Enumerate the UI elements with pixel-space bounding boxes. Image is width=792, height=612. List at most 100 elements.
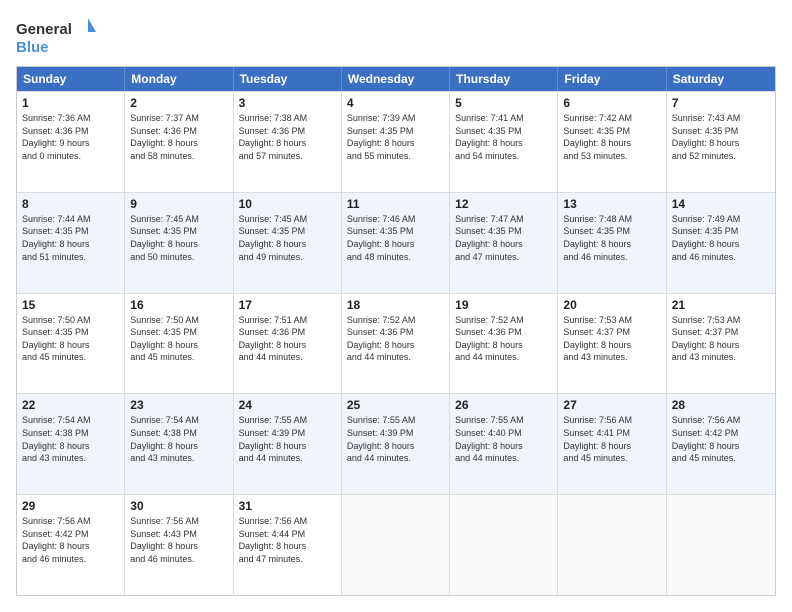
day-number: 5 — [455, 96, 552, 110]
day-number: 25 — [347, 398, 444, 412]
day-number: 17 — [239, 298, 336, 312]
empty-cell — [450, 495, 558, 595]
day-number: 29 — [22, 499, 119, 513]
day-number: 2 — [130, 96, 227, 110]
day-number: 10 — [239, 197, 336, 211]
calendar-cell: 4 Sunrise: 7:39 AMSunset: 4:35 PMDaylight… — [342, 92, 450, 192]
calendar-header-cell: Friday — [558, 67, 666, 91]
cell-text: Sunrise: 7:52 AMSunset: 4:36 PMDaylight:… — [347, 314, 444, 364]
calendar-row: 22 Sunrise: 7:54 AMSunset: 4:38 PMDayligh… — [17, 393, 775, 494]
calendar-body: 1 Sunrise: 7:36 AMSunset: 4:36 PMDaylight… — [17, 91, 775, 595]
cell-text: Sunrise: 7:48 AMSunset: 4:35 PMDaylight:… — [563, 213, 660, 263]
cell-text: Sunrise: 7:56 AMSunset: 4:42 PMDaylight:… — [22, 515, 119, 565]
calendar-cell: 14 Sunrise: 7:49 AMSunset: 4:35 PMDayligh… — [667, 193, 775, 293]
calendar-cell: 2Sunrise: 7:37 AMSunset: 4:36 PMDaylight… — [125, 92, 233, 192]
empty-cell — [342, 495, 450, 595]
calendar-cell: 26Sunrise: 7:55 AMSunset: 4:40 PMDayligh… — [450, 394, 558, 494]
calendar-cell: 3Sunrise: 7:38 AMSunset: 4:36 PMDaylight… — [234, 92, 342, 192]
cell-text: Sunrise: 7:47 AMSunset: 4:35 PMDaylight:… — [455, 213, 552, 263]
cell-text: Sunrise: 7:49 AMSunset: 4:35 PMDaylight:… — [672, 213, 770, 263]
calendar-header-cell: Tuesday — [234, 67, 342, 91]
calendar-row: 1 Sunrise: 7:36 AMSunset: 4:36 PMDaylight… — [17, 91, 775, 192]
cell-text: Sunrise: 7:39 AMSunset: 4:35 PMDaylight:… — [347, 112, 444, 162]
calendar-header-cell: Thursday — [450, 67, 558, 91]
cell-text: Sunrise: 7:50 AMSunset: 4:35 PMDaylight:… — [22, 314, 119, 364]
calendar-cell: 1 Sunrise: 7:36 AMSunset: 4:36 PMDaylight… — [17, 92, 125, 192]
day-number: 19 — [455, 298, 552, 312]
calendar-cell: 28Sunrise: 7:56 AMSunset: 4:42 PMDayligh… — [667, 394, 775, 494]
day-number: 30 — [130, 499, 227, 513]
day-number: 27 — [563, 398, 660, 412]
calendar-cell: 10 Sunrise: 7:45 AMSunset: 4:35 PMDayligh… — [234, 193, 342, 293]
calendar-cell: 9 Sunrise: 7:45 AMSunset: 4:35 PMDaylight… — [125, 193, 233, 293]
calendar-cell: 11Sunrise: 7:46 AMSunset: 4:35 PMDayligh… — [342, 193, 450, 293]
calendar-cell: 12 Sunrise: 7:47 AMSunset: 4:35 PMDayligh… — [450, 193, 558, 293]
header: General Blue — [16, 16, 776, 56]
day-number: 12 — [455, 197, 552, 211]
calendar-cell: 5 Sunrise: 7:41 AMSunset: 4:35 PMDaylight… — [450, 92, 558, 192]
day-number: 8 — [22, 197, 119, 211]
cell-text: Sunrise: 7:45 AMSunset: 4:35 PMDaylight:… — [130, 213, 227, 263]
calendar-cell: 18 Sunrise: 7:52 AMSunset: 4:36 PMDayligh… — [342, 294, 450, 394]
day-number: 20 — [563, 298, 660, 312]
cell-text: Sunrise: 7:56 AMSunset: 4:43 PMDaylight:… — [130, 515, 227, 565]
calendar-cell: 30 Sunrise: 7:56 AMSunset: 4:43 PMDayligh… — [125, 495, 233, 595]
day-number: 9 — [130, 197, 227, 211]
calendar-cell: 21Sunrise: 7:53 AMSunset: 4:37 PMDayligh… — [667, 294, 775, 394]
cell-text: Sunrise: 7:42 AMSunset: 4:35 PMDaylight:… — [563, 112, 660, 162]
cell-text: Sunrise: 7:53 AMSunset: 4:37 PMDaylight:… — [563, 314, 660, 364]
cell-text: Sunrise: 7:56 AMSunset: 4:42 PMDaylight:… — [672, 414, 770, 464]
calendar-header-cell: Wednesday — [342, 67, 450, 91]
cell-text: Sunrise: 7:56 AMSunset: 4:44 PMDaylight:… — [239, 515, 336, 565]
calendar: SundayMondayTuesdayWednesdayThursdayFrid… — [16, 66, 776, 596]
cell-text: Sunrise: 7:36 AMSunset: 4:36 PMDaylight:… — [22, 112, 119, 162]
day-number: 18 — [347, 298, 444, 312]
calendar-header-row: SundayMondayTuesdayWednesdayThursdayFrid… — [17, 67, 775, 91]
calendar-row: 15 Sunrise: 7:50 AMSunset: 4:35 PMDayligh… — [17, 293, 775, 394]
calendar-cell: 17 Sunrise: 7:51 AMSunset: 4:36 PMDayligh… — [234, 294, 342, 394]
cell-text: Sunrise: 7:45 AMSunset: 4:35 PMDaylight:… — [239, 213, 336, 263]
calendar-header-cell: Sunday — [17, 67, 125, 91]
cell-text: Sunrise: 7:44 AMSunset: 4:35 PMDaylight:… — [22, 213, 119, 263]
calendar-header-cell: Saturday — [667, 67, 775, 91]
cell-text: Sunrise: 7:38 AMSunset: 4:36 PMDaylight:… — [239, 112, 336, 162]
day-number: 21 — [672, 298, 770, 312]
day-number: 13 — [563, 197, 660, 211]
day-number: 14 — [672, 197, 770, 211]
cell-text: Sunrise: 7:55 AMSunset: 4:39 PMDaylight:… — [239, 414, 336, 464]
calendar-cell: 23 Sunrise: 7:54 AMSunset: 4:38 PMDayligh… — [125, 394, 233, 494]
day-number: 1 — [22, 96, 119, 110]
day-number: 22 — [22, 398, 119, 412]
day-number: 23 — [130, 398, 227, 412]
calendar-cell: 15 Sunrise: 7:50 AMSunset: 4:35 PMDayligh… — [17, 294, 125, 394]
calendar-cell: 6Sunrise: 7:42 AMSunset: 4:35 PMDaylight… — [558, 92, 666, 192]
svg-text:General: General — [16, 21, 72, 38]
day-number: 4 — [347, 96, 444, 110]
cell-text: Sunrise: 7:54 AMSunset: 4:38 PMDaylight:… — [130, 414, 227, 464]
calendar-cell: 13 Sunrise: 7:48 AMSunset: 4:35 PMDayligh… — [558, 193, 666, 293]
day-number: 31 — [239, 499, 336, 513]
calendar-cell: 27 Sunrise: 7:56 AMSunset: 4:41 PMDayligh… — [558, 394, 666, 494]
cell-text: Sunrise: 7:56 AMSunset: 4:41 PMDaylight:… — [563, 414, 660, 464]
cell-text: Sunrise: 7:54 AMSunset: 4:38 PMDaylight:… — [22, 414, 119, 464]
page: General Blue SundayMondayTuesdayWednesda… — [0, 0, 792, 612]
calendar-row: 8 Sunrise: 7:44 AMSunset: 4:35 PMDaylight… — [17, 192, 775, 293]
calendar-cell: 24Sunrise: 7:55 AMSunset: 4:39 PMDayligh… — [234, 394, 342, 494]
calendar-cell: 7Sunrise: 7:43 AMSunset: 4:35 PMDaylight… — [667, 92, 775, 192]
calendar-cell: 19Sunrise: 7:52 AMSunset: 4:36 PMDayligh… — [450, 294, 558, 394]
calendar-header-cell: Monday — [125, 67, 233, 91]
empty-cell — [558, 495, 666, 595]
cell-text: Sunrise: 7:41 AMSunset: 4:35 PMDaylight:… — [455, 112, 552, 162]
calendar-cell: 8 Sunrise: 7:44 AMSunset: 4:35 PMDaylight… — [17, 193, 125, 293]
calendar-cell: 20 Sunrise: 7:53 AMSunset: 4:37 PMDayligh… — [558, 294, 666, 394]
day-number: 11 — [347, 197, 444, 211]
cell-text: Sunrise: 7:50 AMSunset: 4:35 PMDaylight:… — [130, 314, 227, 364]
day-number: 15 — [22, 298, 119, 312]
calendar-row: 29 Sunrise: 7:56 AMSunset: 4:42 PMDayligh… — [17, 494, 775, 595]
cell-text: Sunrise: 7:51 AMSunset: 4:36 PMDaylight:… — [239, 314, 336, 364]
day-number: 16 — [130, 298, 227, 312]
svg-text:Blue: Blue — [16, 39, 49, 56]
day-number: 7 — [672, 96, 770, 110]
empty-cell — [667, 495, 775, 595]
calendar-cell: 25Sunrise: 7:55 AMSunset: 4:39 PMDayligh… — [342, 394, 450, 494]
